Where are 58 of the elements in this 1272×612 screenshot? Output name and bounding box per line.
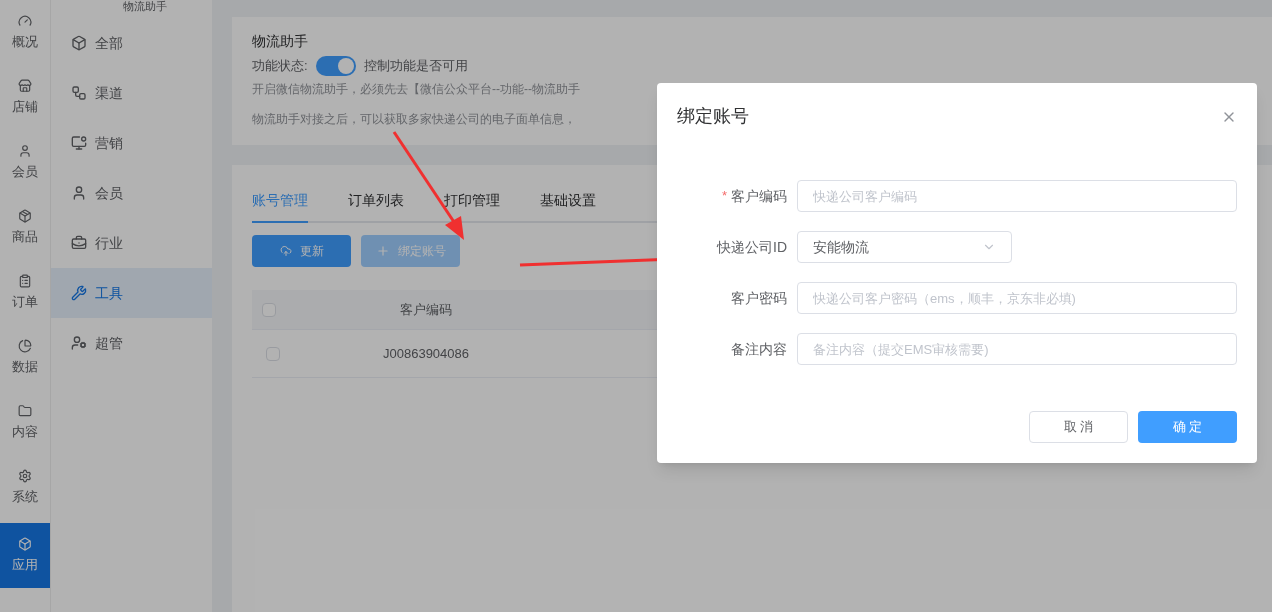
settings-icon [17, 468, 32, 483]
update-button[interactable]: 更新 [252, 235, 351, 267]
nav-item[interactable]: 应用 [0, 523, 50, 588]
submenu-title: 物流助手 [121, 0, 167, 12]
tab[interactable]: 基础设置 [540, 190, 596, 223]
wrench-icon [70, 285, 87, 301]
nav-item[interactable]: 订单 [0, 260, 50, 325]
gauge-icon [17, 13, 32, 28]
plus-icon [375, 244, 390, 258]
field-label: 快递公司ID [717, 237, 787, 257]
box-icon [17, 536, 32, 551]
menu-item[interactable]: 行业 [50, 218, 212, 268]
menu-item[interactable]: 渠道 [50, 68, 212, 118]
nav-item[interactable]: 商品 [0, 195, 50, 260]
menu-item[interactable]: 全部 [50, 18, 212, 68]
nav-item[interactable]: 店铺 [0, 65, 50, 130]
menu-item[interactable]: 营销 [50, 118, 212, 168]
briefcase-icon [70, 235, 87, 251]
info-text: 物流助手对接之后，可以获取多家快递公司的电子面单信息， [252, 111, 576, 128]
nav-item[interactable]: 系统 [0, 455, 50, 520]
monitor-chart-icon [70, 135, 87, 151]
menu-item[interactable]: 工具 [50, 268, 212, 318]
card-title: 物流助手 [252, 32, 309, 51]
user-icon [17, 143, 32, 158]
nav-item[interactable]: 数据 [0, 325, 50, 390]
checkbox[interactable] [266, 346, 280, 361]
menu-item[interactable]: 会员 [50, 168, 212, 218]
cloud-upload-icon [279, 245, 292, 257]
cancel-button[interactable]: 取 消 [1029, 411, 1128, 443]
checkbox[interactable] [262, 302, 276, 317]
box-icon [17, 208, 32, 223]
nav-item[interactable]: 内容 [0, 390, 50, 455]
user-gear-icon [70, 335, 87, 351]
info-text: 开启微信物流助手，必须先去【微信公众平台--功能--物流助手 [252, 81, 580, 98]
menu-item[interactable]: 超管 [50, 318, 212, 368]
select-field[interactable]: 安能物流 [797, 231, 1012, 263]
clipboard-icon [17, 273, 32, 288]
toggle-switch[interactable] [315, 56, 356, 76]
field-label: 客户编码 [731, 186, 787, 206]
box-icon [70, 35, 87, 51]
field-label: 功能状态: [252, 57, 308, 76]
tab[interactable]: 打印管理 [444, 190, 500, 223]
tab[interactable]: 订单列表 [348, 190, 404, 223]
confirm-button[interactable]: 确 定 [1138, 411, 1237, 443]
column-header: 客户编码 [399, 300, 453, 319]
field-label: 备注内容 [731, 339, 787, 359]
pie-chart-icon [17, 338, 32, 353]
field-label: 客户密码 [731, 288, 787, 308]
required-mark: * [721, 187, 727, 206]
nav-item[interactable]: 概况 [0, 0, 50, 65]
dialog-title: 绑定账号 [677, 105, 749, 128]
tab[interactable]: 账号管理 [252, 190, 308, 223]
folder-icon [17, 403, 32, 418]
store-icon [17, 78, 32, 93]
nav-item[interactable]: 会员 [0, 130, 50, 195]
table-cell-text: J00863904086 [382, 344, 470, 363]
switch-hint: 控制功能是否可用 [363, 57, 468, 76]
nodes-icon [70, 85, 87, 101]
